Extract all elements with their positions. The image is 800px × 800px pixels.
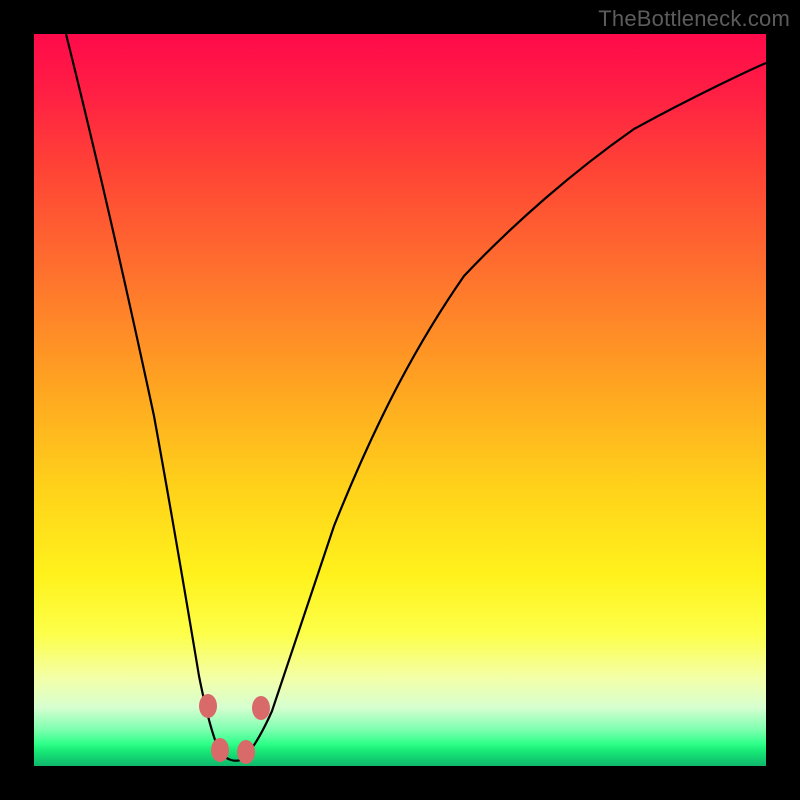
plot-area <box>34 34 766 766</box>
watermark-text: TheBottleneck.com <box>598 6 790 32</box>
marker-dot <box>237 740 255 764</box>
chart-frame: TheBottleneck.com <box>0 0 800 800</box>
marker-dot <box>252 696 270 720</box>
curve-layer <box>34 34 766 766</box>
marker-dot <box>199 694 217 718</box>
bottleneck-curve <box>66 34 766 761</box>
marker-dot <box>211 738 229 762</box>
